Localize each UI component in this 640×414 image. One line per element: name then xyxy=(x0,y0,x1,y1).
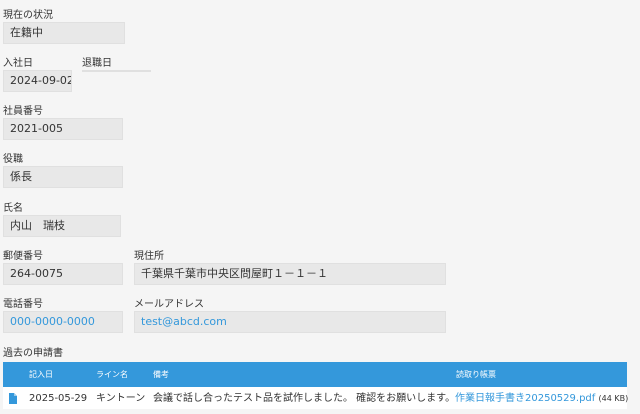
applications-label: 過去の申請書 xyxy=(3,348,63,359)
row-line: キントーン xyxy=(96,393,146,404)
email-label: メールアドレス xyxy=(134,299,204,310)
table-header: 記入日 ライン名 備考 読取り帳票 xyxy=(3,362,627,387)
row-file: 作業日報手書き20250529.pdf (44 KB) xyxy=(455,387,628,411)
status-field[interactable]: 在籍中 xyxy=(3,22,125,44)
employee-no-label: 社員番号 xyxy=(3,106,43,117)
name-label: 氏名 xyxy=(3,203,23,214)
file-link[interactable]: 作業日報手書き20250529.pdf xyxy=(455,393,595,404)
header-file[interactable]: 読取り帳票 xyxy=(456,362,496,387)
name-field[interactable]: 内山 瑞枝 xyxy=(3,215,121,237)
file-size: (44 KB) xyxy=(598,394,629,403)
header-line[interactable]: ライン名 xyxy=(96,362,128,387)
phone-field[interactable]: 000-0000-0000 xyxy=(3,311,123,333)
header-note[interactable]: 備考 xyxy=(153,362,169,387)
status-label: 現在の状況 xyxy=(3,10,53,21)
join-date-field[interactable]: 2024-09-02 xyxy=(3,70,72,92)
address-label: 現住所 xyxy=(134,251,164,262)
leave-date-label: 退職日 xyxy=(82,58,112,69)
postal-code-field[interactable]: 264-0075 xyxy=(3,263,123,285)
employee-no-field[interactable]: 2021-005 xyxy=(3,118,123,140)
applications-table: 記入日 ライン名 備考 読取り帳票 2025-05-29 キントーン 会議で話し… xyxy=(3,362,628,412)
row-note: 会議で話し合ったテスト品を試作しました。 確認をお願いします。 xyxy=(153,393,456,404)
position-field[interactable]: 係長 xyxy=(3,166,123,188)
file-icon xyxy=(9,393,17,404)
bottom-bar xyxy=(0,409,640,414)
row-date: 2025-05-29 xyxy=(29,393,88,404)
leave-date-field[interactable] xyxy=(82,70,151,72)
phone-label: 電話番号 xyxy=(3,299,43,310)
postal-code-label: 郵便番号 xyxy=(3,251,43,262)
email-field[interactable]: test@abcd.com xyxy=(134,311,446,333)
header-date[interactable]: 記入日 xyxy=(29,362,53,387)
position-label: 役職 xyxy=(3,154,23,165)
address-field[interactable]: 千葉県千葉市中央区問屋町１－１－１ xyxy=(134,263,446,285)
join-date-label: 入社日 xyxy=(3,58,33,69)
